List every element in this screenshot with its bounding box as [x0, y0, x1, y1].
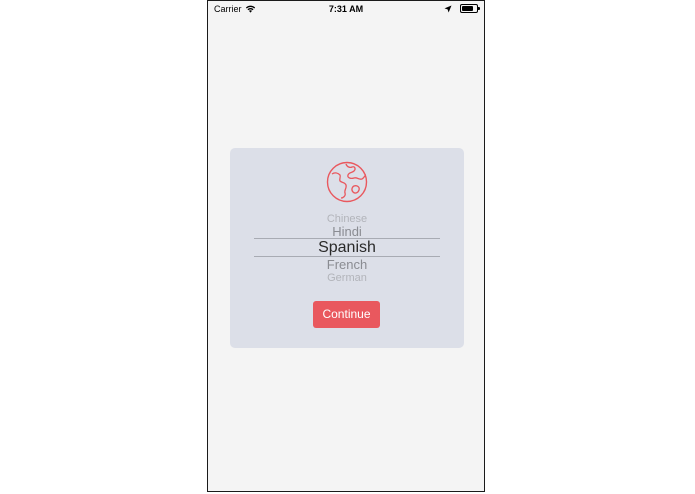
location-icon	[444, 5, 452, 12]
language-card: Chinese Hindi Spanish French German Cont…	[230, 148, 464, 348]
picker-option-french[interactable]: French	[254, 257, 440, 272]
status-indicators	[444, 4, 480, 13]
status-bar: Carrier 7:31 AM	[208, 1, 484, 19]
picker-option-selected[interactable]: Spanish	[254, 239, 440, 257]
phone-screen: Carrier 7:31 AM Chinese Hindi Spanish Fr…	[207, 0, 485, 492]
continue-button[interactable]: Continue	[313, 301, 380, 328]
picker-option-german[interactable]: German	[254, 272, 440, 283]
language-picker[interactable]: Chinese Hindi Spanish French German	[254, 211, 440, 283]
battery-icon	[460, 4, 480, 13]
globe-icon	[326, 161, 368, 203]
picker-option-hindi[interactable]: Hindi	[254, 224, 440, 239]
status-time: 7:31 AM	[328, 4, 364, 14]
